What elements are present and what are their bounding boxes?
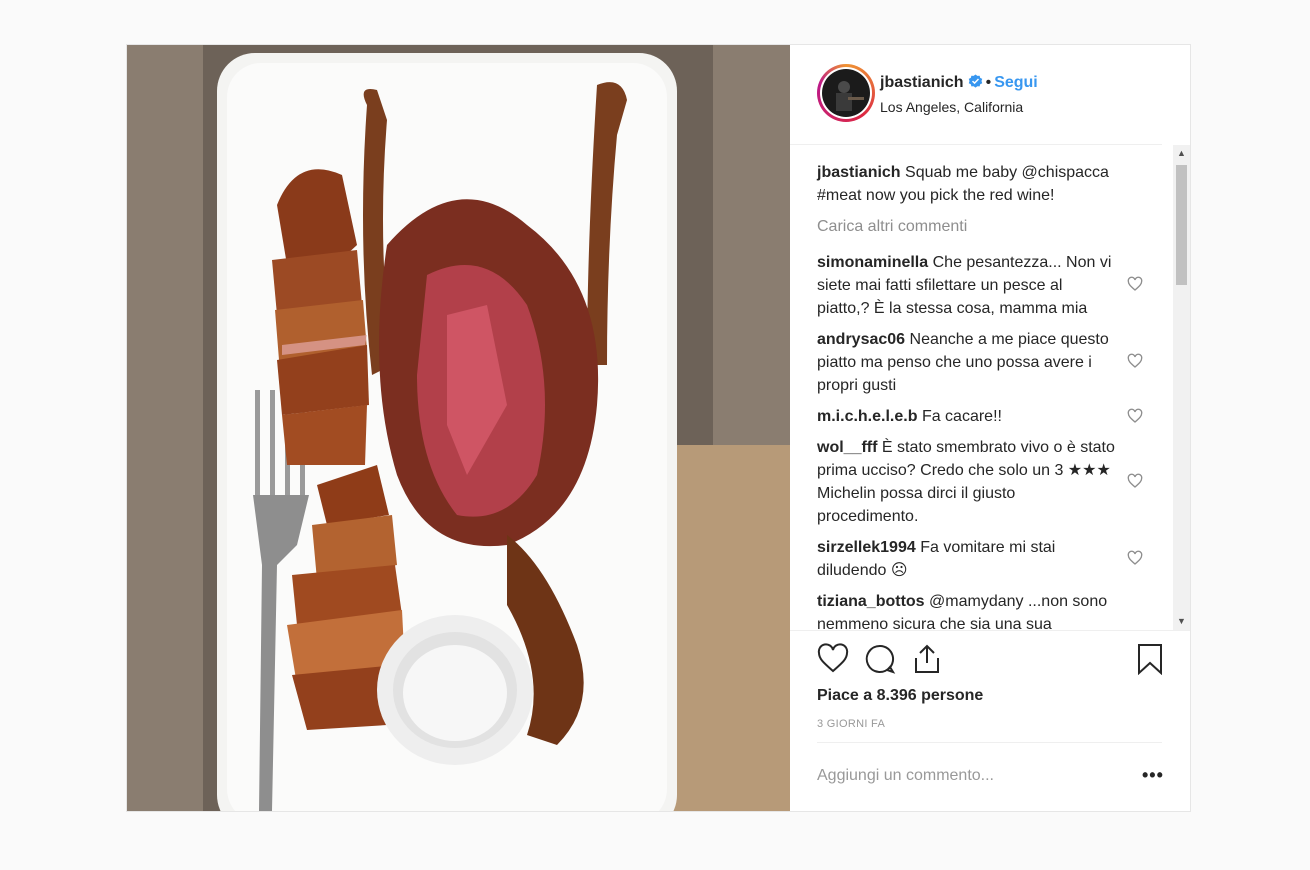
small-heart-icon[interactable] [1127,408,1143,424]
small-heart-icon[interactable] [1127,353,1143,369]
comment-input[interactable]: Aggiungi un commento... [817,767,994,785]
roasted-squab-photo [127,45,790,811]
scroll-up-arrow[interactable]: ▲ [1173,145,1190,162]
instagram-post: jbastianich • Segui Los Angeles, Californ… [126,44,1191,812]
comment-username[interactable]: simonaminella [817,254,928,271]
likes-count[interactable]: Piace a 8.396 persone [817,687,983,705]
more-options-button[interactable]: ••• [1142,765,1164,786]
comment-item: sirzellek1994 Fa vomitare mi stai dilude… [817,536,1117,582]
bookmark-icon[interactable] [1134,643,1166,675]
comment-text: Fa cacare!! [921,408,1002,425]
post-caption: jbastianich Squab me baby @chispacca #me… [817,161,1137,207]
avatar-photo [836,81,864,111]
post-timestamp[interactable]: 3 GIORNI FA [817,718,885,730]
post-sidebar: jbastianich • Segui Los Angeles, Californ… [790,45,1190,811]
comment-item: andrysac06 Neanche a me piace questo pia… [817,328,1117,397]
heart-icon[interactable] [817,643,849,675]
comment-item: simonaminella Che pesantezza... Non vi s… [817,251,1117,320]
scroll-down-arrow[interactable]: ▼ [1173,613,1190,630]
comment-item: m.i.c.h.e.l.e.b Fa cacare!! [817,405,1117,428]
comment-username[interactable]: andrysac06 [817,331,905,348]
add-comment-bar: Aggiungi un commento... ••• [817,742,1164,812]
caption-username[interactable]: jbastianich [817,164,901,181]
comments-list[interactable]: jbastianich Squab me baby @chispacca #me… [790,145,1162,630]
avatar-frame [820,67,872,119]
verified-badge-icon [968,74,982,88]
small-heart-icon[interactable] [1127,473,1143,489]
header-username[interactable]: jbastianich [880,74,964,91]
scroll-thumb[interactable] [1176,165,1187,285]
small-heart-icon[interactable] [1127,550,1143,566]
comment-username[interactable]: wol__fff [817,439,877,456]
comment-username[interactable]: m.i.c.h.e.l.e.b [817,408,917,425]
load-more-comments[interactable]: Carica altri commenti [817,218,967,236]
comment-item: tiziana_bottos @mamydany ...non sono nem… [817,590,1117,630]
comment-username[interactable]: tiziana_bottos [817,593,925,610]
action-bar [790,630,1190,681]
location-link[interactable]: Los Angeles, California [880,99,1023,115]
username-row: jbastianich • Segui [880,74,1038,92]
comment-username[interactable]: sirzellek1994 [817,539,916,556]
small-heart-icon[interactable] [1127,276,1143,292]
post-header: jbastianich • Segui Los Angeles, Californ… [790,45,1162,145]
avatar [822,69,870,117]
follow-button[interactable]: Segui [994,74,1038,91]
share-icon[interactable] [911,643,943,675]
separator-dot: • [985,74,992,91]
comment-item: wol__fff È stato smembrato vivo o è stat… [817,436,1117,528]
comments-scrollbar[interactable]: ▲ ▼ [1173,145,1190,630]
story-ring[interactable] [817,64,875,122]
comment-icon[interactable] [864,643,896,675]
post-photo[interactable] [127,45,790,811]
